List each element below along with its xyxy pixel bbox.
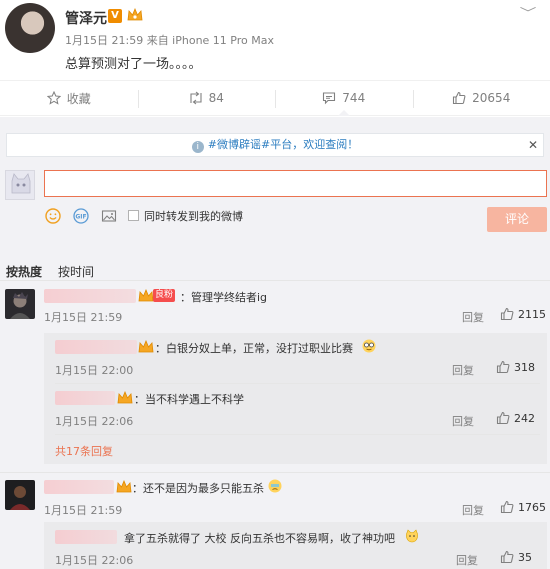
nerd-emoji-icon bbox=[362, 339, 376, 353]
thumbs-up-icon bbox=[453, 91, 466, 105]
reply-author-name[interactable] bbox=[55, 340, 137, 354]
star-icon bbox=[46, 91, 61, 105]
comment-time: 1月15日 21:59 bbox=[44, 504, 123, 517]
crown-icon bbox=[138, 340, 154, 353]
reply-text: 拿了五杀就得了 大校 反向五杀也不容易啊，收了神功吧 bbox=[124, 532, 395, 545]
post-meta: 1月15日 21:59 来自 iPhone 11 Pro Max bbox=[65, 34, 274, 47]
thumbs-up-icon bbox=[496, 411, 510, 425]
image-button[interactable] bbox=[100, 207, 118, 225]
reply-time: 1月15日 22:00 bbox=[55, 364, 134, 377]
avatar-portrait-icon bbox=[5, 289, 35, 319]
more-replies-link[interactable]: 共17条回复 bbox=[55, 443, 113, 459]
thumbs-up-icon bbox=[500, 307, 514, 321]
favorite-label: 收藏 bbox=[66, 91, 91, 106]
reply-divider bbox=[55, 434, 540, 435]
emoji-button[interactable] bbox=[44, 207, 62, 225]
reply-like-count: 242 bbox=[514, 411, 535, 425]
rumor-notice-banner[interactable]: i #微博辟谣#平台，欢迎查阅！ bbox=[6, 133, 544, 157]
info-icon: i bbox=[191, 141, 204, 153]
repost-checkbox-label[interactable]: 同时转发到我的微博 bbox=[144, 208, 243, 224]
reply-link[interactable]: 回复 bbox=[462, 309, 484, 325]
reply-time: 1月15日 22:06 bbox=[55, 415, 134, 428]
comment-text: ：还不是因为最多只能五杀 bbox=[132, 482, 264, 495]
fan-badge: 良粉 bbox=[153, 289, 176, 302]
comment-icon bbox=[323, 92, 336, 105]
reply-link[interactable]: 回复 bbox=[452, 413, 474, 429]
comment-button[interactable]: 744 bbox=[275, 81, 413, 116]
svg-text:GIF: GIF bbox=[75, 214, 86, 221]
author-name[interactable]: 管泽元 bbox=[65, 8, 107, 28]
commenter-name[interactable] bbox=[44, 480, 114, 494]
like-button[interactable]: 20654 bbox=[412, 81, 550, 115]
crown-icon bbox=[138, 289, 154, 302]
commenter-avatar[interactable] bbox=[5, 289, 35, 319]
cat-emoji-icon bbox=[406, 529, 418, 543]
reply-author-name[interactable] bbox=[55, 391, 115, 405]
thumbs-up-icon bbox=[496, 360, 510, 374]
post-text: 总算预测对了一场。。。。 bbox=[65, 57, 202, 72]
reply-link[interactable]: 回复 bbox=[456, 552, 478, 568]
commenter-avatar[interactable] bbox=[5, 480, 35, 510]
action-bar: 收藏 84 744 20654 bbox=[0, 80, 550, 116]
like-count: 20654 bbox=[472, 91, 511, 105]
reply-text: ：白银分奴上单，正常，没打过职业比赛 bbox=[155, 342, 353, 355]
verified-badge: V bbox=[108, 9, 122, 23]
comment-input[interactable] bbox=[44, 170, 547, 197]
tab-sort-time[interactable]: 按时间 bbox=[58, 263, 94, 280]
crown-icon bbox=[117, 391, 133, 404]
smiley-icon bbox=[45, 208, 61, 224]
repost-icon bbox=[190, 91, 202, 105]
commenter-name[interactable] bbox=[44, 289, 136, 303]
repost-button[interactable]: 84 bbox=[137, 81, 276, 115]
close-icon[interactable]: ✕ bbox=[528, 138, 538, 152]
chevron-down-icon[interactable]: ﹀ bbox=[520, 4, 537, 21]
tab-sort-hot[interactable]: 按热度 bbox=[6, 263, 42, 280]
repost-count: 84 bbox=[208, 91, 224, 105]
comment-like-count: 1765 bbox=[518, 500, 546, 514]
reply-text: ：当不科学遇上不科学 bbox=[134, 393, 244, 406]
crown-icon bbox=[116, 480, 132, 493]
comment-like-button[interactable]: 2115 bbox=[500, 307, 546, 321]
reply-link[interactable]: 回复 bbox=[452, 362, 474, 378]
reply-like-count: 318 bbox=[514, 360, 535, 374]
reply-like-button[interactable]: 35 bbox=[500, 550, 532, 564]
comment-text: ：管理学终结者ig bbox=[180, 291, 268, 304]
reply-link[interactable]: 回复 bbox=[462, 502, 484, 518]
crown-icon bbox=[127, 8, 143, 21]
reply-like-button[interactable]: 318 bbox=[496, 360, 535, 374]
image-icon bbox=[101, 210, 117, 222]
thumbs-up-icon bbox=[500, 550, 514, 564]
sweat-emoji-icon bbox=[268, 479, 282, 493]
submit-comment-button[interactable]: 评论 bbox=[487, 207, 547, 232]
comment-count: 744 bbox=[342, 91, 366, 105]
comment-like-button[interactable]: 1765 bbox=[500, 500, 546, 514]
comment-divider bbox=[0, 472, 550, 473]
author-avatar[interactable] bbox=[5, 3, 55, 53]
reply-time: 1月15日 22:06 bbox=[55, 554, 134, 567]
current-user-avatar bbox=[5, 170, 35, 200]
avatar-portrait-icon bbox=[5, 480, 35, 510]
repost-checkbox[interactable] bbox=[128, 210, 139, 221]
gif-icon: GIF bbox=[73, 208, 89, 224]
thumbs-up-icon bbox=[500, 500, 514, 514]
favorite-button[interactable]: 收藏 bbox=[0, 81, 138, 115]
reply-author-name[interactable] bbox=[55, 530, 117, 544]
cat-avatar-icon bbox=[11, 173, 31, 194]
comment-like-count: 2115 bbox=[518, 307, 546, 321]
reply-like-count: 35 bbox=[518, 550, 532, 564]
notice-text[interactable]: #微博辟谣#平台，欢迎查阅！ bbox=[208, 138, 358, 151]
reply-divider bbox=[55, 383, 540, 384]
reply-like-button[interactable]: 242 bbox=[496, 411, 535, 425]
comment-time: 1月15日 21:59 bbox=[44, 311, 123, 324]
gif-button[interactable]: GIF bbox=[72, 207, 90, 225]
